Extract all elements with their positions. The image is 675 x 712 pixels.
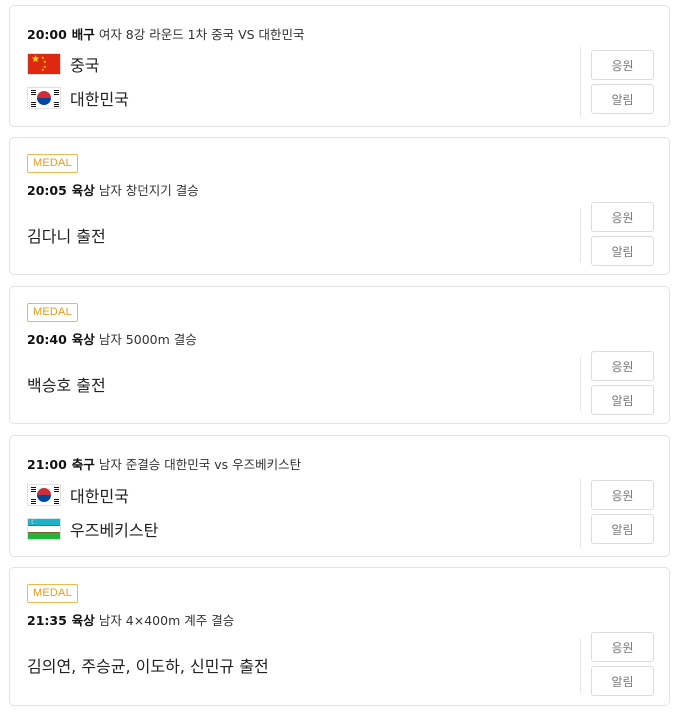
team-name: 대한민국 — [70, 90, 129, 109]
match-time: 20:05 — [27, 183, 67, 198]
team-row: 대한민국 — [27, 86, 129, 110]
match-header: 21:35 육상 남자 4×400m 계주 결승 — [27, 610, 234, 629]
divider — [580, 478, 581, 548]
match-card: MEDAL 20:40 육상 남자 5000m 결승 백승호 출전 응원 알림 — [9, 286, 670, 424]
cheer-button[interactable]: 응원 — [591, 50, 654, 80]
match-header: 20:05 육상 남자 창던지기 결승 — [27, 180, 199, 199]
korea-flag-icon — [27, 87, 61, 109]
match-card: MEDAL 20:05 육상 남자 창던지기 결승 김다니 출전 응원 알림 — [9, 137, 670, 275]
divider — [580, 638, 581, 693]
match-card: MEDAL 21:35 육상 남자 4×400m 계주 결승 김의연, 주승균, 이… — [9, 567, 670, 706]
team-row: 대한민국 — [27, 483, 129, 507]
alarm-button[interactable]: 알림 — [591, 666, 654, 696]
medal-badge: MEDAL — [27, 303, 78, 322]
alarm-button[interactable]: 알림 — [591, 385, 654, 415]
participant-text: 김다니 출전 — [27, 227, 106, 246]
match-time: 21:35 — [27, 613, 67, 628]
match-event: 남자 창던지기 결승 — [98, 183, 199, 198]
alarm-button[interactable]: 알림 — [591, 514, 654, 544]
team-name: 대한민국 — [70, 487, 129, 506]
match-header: 20:40 육상 남자 5000m 결승 — [27, 329, 197, 348]
match-event: 남자 4×400m 계주 결승 — [98, 613, 235, 628]
cheer-button[interactable]: 응원 — [591, 632, 654, 662]
cheer-button[interactable]: 응원 — [591, 351, 654, 381]
divider — [580, 357, 581, 411]
match-header: 21:00 축구 남자 준결승 대한민국 vs 우즈베키스탄 — [27, 454, 301, 473]
match-event: 남자 5000m 결승 — [98, 332, 197, 347]
match-sport: 육상 — [71, 183, 95, 198]
participant-text: 김의연, 주승균, 이도하, 신민규 출전 — [27, 657, 269, 676]
cheer-button[interactable]: 응원 — [591, 202, 654, 232]
match-header: 20:00 배구 여자 8강 라운드 1차 중국 VS 대한민국 — [27, 24, 305, 43]
match-card: 20:00 배구 여자 8강 라운드 1차 중국 VS 대한민국 ★ ★ ★ ★ ★… — [9, 5, 670, 127]
match-event: 남자 준결승 대한민국 vs 우즈베키스탄 — [98, 457, 302, 472]
cheer-button[interactable]: 응원 — [591, 480, 654, 510]
team-name: 중국 — [70, 56, 100, 75]
participant-text: 백승호 출전 — [27, 376, 106, 395]
divider — [580, 208, 581, 262]
match-event: 여자 8강 라운드 1차 중국 VS 대한민국 — [98, 27, 305, 42]
match-sport: 육상 — [71, 332, 95, 347]
match-time: 20:40 — [27, 332, 67, 347]
match-card: 21:00 축구 남자 준결승 대한민국 vs 우즈베키스탄 대한민국 ☾ 우즈베키… — [9, 435, 670, 557]
uzbekistan-flag-icon: ☾ — [27, 518, 61, 540]
match-sport: 육상 — [71, 613, 95, 628]
korea-flag-icon — [27, 484, 61, 506]
medal-badge: MEDAL — [27, 154, 78, 173]
team-row: ★ ★ ★ ★ ★ 중국 — [27, 52, 99, 76]
alarm-button[interactable]: 알림 — [591, 236, 654, 266]
match-sport: 배구 — [71, 27, 95, 42]
team-name: 우즈베키스탄 — [70, 521, 159, 540]
team-row: ☾ 우즈베키스탄 — [27, 517, 158, 541]
divider — [580, 47, 581, 117]
alarm-button[interactable]: 알림 — [591, 84, 654, 114]
match-time: 21:00 — [27, 457, 67, 472]
medal-badge: MEDAL — [27, 584, 78, 603]
match-sport: 축구 — [71, 457, 95, 472]
china-flag-icon: ★ ★ ★ ★ ★ — [27, 53, 61, 75]
match-time: 20:00 — [27, 27, 67, 42]
